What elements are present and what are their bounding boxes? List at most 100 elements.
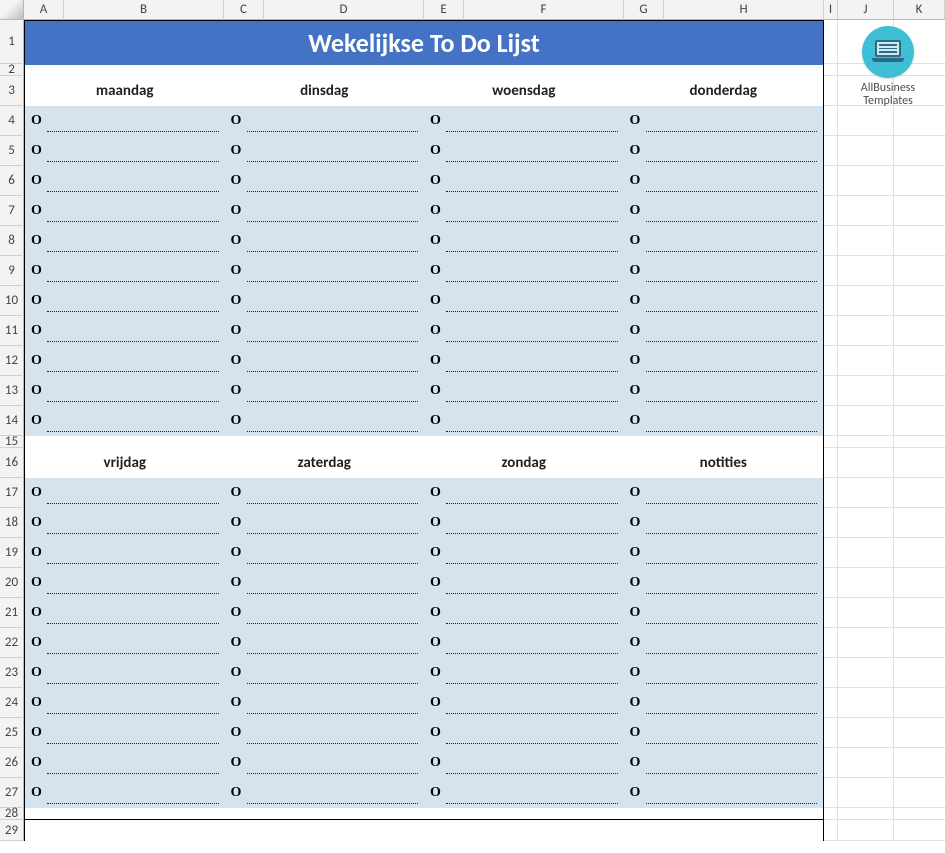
cell-K25[interactable] — [894, 718, 945, 748]
cell-I19[interactable] — [824, 538, 838, 568]
content-cell-row-26[interactable]: OOOO — [24, 748, 824, 778]
task-cell[interactable]: O — [624, 106, 824, 136]
cell-I5[interactable] — [824, 136, 838, 166]
task-cell[interactable]: O — [624, 406, 824, 436]
task-cell[interactable]: O — [25, 106, 225, 136]
task-cell[interactable]: O — [424, 376, 624, 406]
cell-J28[interactable] — [838, 808, 894, 820]
column-header-G[interactable]: G — [624, 0, 664, 20]
task-cell[interactable]: O — [624, 748, 824, 778]
task-cell[interactable]: O — [424, 106, 624, 136]
task-cell[interactable]: O — [624, 658, 824, 688]
task-cell[interactable]: O — [25, 748, 225, 778]
content-cell-row-7[interactable]: OOOO — [24, 196, 824, 226]
cell-J10[interactable] — [838, 286, 894, 316]
cell-K17[interactable] — [894, 478, 945, 508]
task-cell[interactable]: O — [25, 628, 225, 658]
cell-K5[interactable] — [894, 136, 945, 166]
task-cell[interactable]: O — [624, 346, 824, 376]
cell-K23[interactable] — [894, 658, 945, 688]
row-header-12[interactable]: 12 — [0, 346, 24, 376]
cell-I9[interactable] — [824, 256, 838, 286]
column-header-F[interactable]: F — [464, 0, 624, 20]
content-cell-row-23[interactable]: OOOO — [24, 658, 824, 688]
task-cell[interactable]: O — [624, 226, 824, 256]
column-header-D[interactable]: D — [264, 0, 424, 20]
row-header-29[interactable]: 29 — [0, 820, 24, 841]
task-cell[interactable]: O — [624, 478, 824, 508]
column-header-J[interactable]: J — [838, 0, 894, 20]
task-cell[interactable]: O — [225, 286, 425, 316]
content-cell-row-11[interactable]: OOOO — [24, 316, 824, 346]
column-header-K[interactable]: K — [894, 0, 945, 20]
cell-K26[interactable] — [894, 748, 945, 778]
row-header-16[interactable]: 16 — [0, 448, 24, 478]
cell-K13[interactable] — [894, 376, 945, 406]
row-header-28[interactable]: 28 — [0, 808, 24, 820]
cell-I29[interactable] — [824, 820, 838, 841]
cell-I21[interactable] — [824, 598, 838, 628]
cell-K11[interactable] — [894, 316, 945, 346]
task-cell[interactable]: O — [424, 538, 624, 568]
cell-J12[interactable] — [838, 346, 894, 376]
cell-I14[interactable] — [824, 406, 838, 436]
cell-J14[interactable] — [838, 406, 894, 436]
row-header-27[interactable]: 27 — [0, 778, 24, 808]
cell-J13[interactable] — [838, 376, 894, 406]
cell-K9[interactable] — [894, 256, 945, 286]
task-cell[interactable]: O — [225, 658, 425, 688]
content-cell-row-24[interactable]: OOOO — [24, 688, 824, 718]
row-header-14[interactable]: 14 — [0, 406, 24, 436]
cell-J15[interactable] — [838, 436, 894, 448]
content-cell-row-20[interactable]: OOOO — [24, 568, 824, 598]
task-cell[interactable]: O — [25, 598, 225, 628]
content-cell-row-21[interactable]: OOOO — [24, 598, 824, 628]
cell-I20[interactable] — [824, 568, 838, 598]
content-cell-row-27[interactable]: OOOO — [24, 778, 824, 808]
cell-J21[interactable] — [838, 598, 894, 628]
content-cell-row-3[interactable]: maandagdinsdagwoensdagdonderdag — [24, 76, 824, 106]
row-header-25[interactable]: 25 — [0, 718, 24, 748]
cell-J17[interactable] — [838, 478, 894, 508]
task-cell[interactable]: O — [225, 508, 425, 538]
task-cell[interactable]: O — [225, 256, 425, 286]
content-cell-row-28[interactable] — [24, 808, 824, 820]
task-cell[interactable]: O — [225, 718, 425, 748]
row-header-24[interactable]: 24 — [0, 688, 24, 718]
task-cell[interactable]: O — [225, 166, 425, 196]
task-cell[interactable]: O — [225, 136, 425, 166]
task-cell[interactable]: O — [424, 478, 624, 508]
column-header-C[interactable]: C — [224, 0, 264, 20]
task-cell[interactable]: O — [624, 166, 824, 196]
cell-K6[interactable] — [894, 166, 945, 196]
task-cell[interactable]: O — [424, 136, 624, 166]
cell-K20[interactable] — [894, 568, 945, 598]
task-cell[interactable]: O — [225, 778, 425, 808]
cell-I7[interactable] — [824, 196, 838, 226]
row-header-20[interactable]: 20 — [0, 568, 24, 598]
cell-I15[interactable] — [824, 436, 838, 448]
task-cell[interactable]: O — [624, 688, 824, 718]
row-header-9[interactable]: 9 — [0, 256, 24, 286]
cell-J6[interactable] — [838, 166, 894, 196]
task-cell[interactable]: O — [25, 196, 225, 226]
row-header-19[interactable]: 19 — [0, 538, 24, 568]
column-header-B[interactable]: B — [64, 0, 224, 20]
task-cell[interactable]: O — [225, 346, 425, 376]
cell-J23[interactable] — [838, 658, 894, 688]
row-header-15[interactable]: 15 — [0, 436, 24, 448]
cell-I11[interactable] — [824, 316, 838, 346]
task-cell[interactable]: O — [25, 316, 225, 346]
task-cell[interactable]: O — [25, 166, 225, 196]
cell-J29[interactable] — [838, 820, 894, 841]
content-cell-row-13[interactable]: OOOO — [24, 376, 824, 406]
cell-I6[interactable] — [824, 166, 838, 196]
cell-K29[interactable] — [894, 820, 945, 841]
cell-K7[interactable] — [894, 196, 945, 226]
row-header-22[interactable]: 22 — [0, 628, 24, 658]
task-cell[interactable]: O — [25, 478, 225, 508]
content-cell-row-19[interactable]: OOOO — [24, 538, 824, 568]
task-cell[interactable]: O — [25, 346, 225, 376]
cell-J11[interactable] — [838, 316, 894, 346]
task-cell[interactable]: O — [624, 718, 824, 748]
